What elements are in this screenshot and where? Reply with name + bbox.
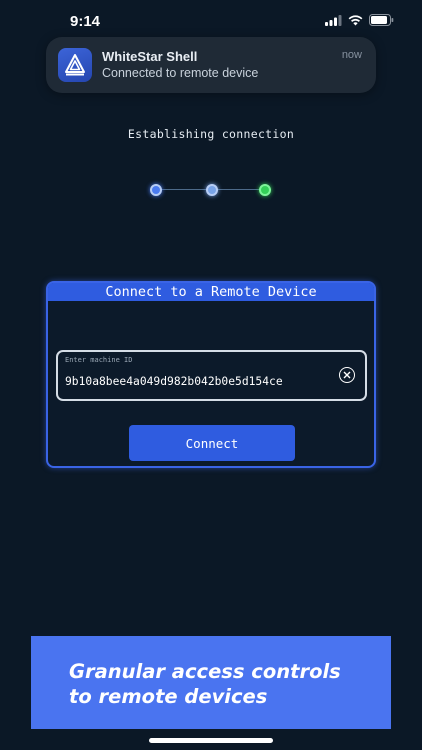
notification-message: Connected to remote device — [102, 66, 259, 80]
app-logo-icon — [58, 48, 92, 82]
connect-panel: Connect to a Remote Device Enter machine… — [46, 281, 376, 468]
machine-id-input[interactable]: Enter machine ID 9b10a8bee4a049d982b042b… — [56, 350, 367, 401]
connection-status-text: Establishing connection — [127, 127, 295, 141]
connection-progress — [150, 183, 272, 197]
promo-line-1: Granular access controls — [69, 660, 341, 683]
status-bar: 9:14 — [0, 0, 422, 40]
status-time: 9:14 — [70, 13, 101, 30]
progress-step-1 — [150, 184, 162, 196]
progress-line-1 — [162, 189, 206, 190]
home-indicator[interactable] — [149, 738, 273, 743]
promo-text: Granular access controls to remote devic… — [69, 659, 341, 709]
connect-button[interactable]: Connect — [129, 425, 295, 461]
promo-line-2: to remote devices — [69, 685, 268, 708]
notification-app-name: WhiteStar Shell — [102, 49, 198, 64]
signal-icon — [325, 14, 342, 26]
machine-id-value[interactable]: 9b10a8bee4a049d982b042b0e5d154ce — [65, 375, 283, 388]
promo-banner: Granular access controls to remote devic… — [31, 636, 391, 729]
wifi-icon — [348, 14, 363, 25]
progress-line-2 — [218, 189, 260, 190]
progress-step-2 — [206, 184, 218, 196]
panel-title: Connect to a Remote Device — [48, 283, 374, 301]
clear-icon[interactable] — [339, 367, 355, 383]
notification-banner[interactable]: WhiteStar Shell Connected to remote devi… — [46, 37, 376, 93]
battery-icon — [369, 14, 394, 26]
progress-step-3 — [259, 184, 271, 196]
machine-id-label: Enter machine ID — [65, 356, 133, 364]
notification-time: now — [341, 49, 362, 61]
status-icons — [325, 14, 394, 26]
